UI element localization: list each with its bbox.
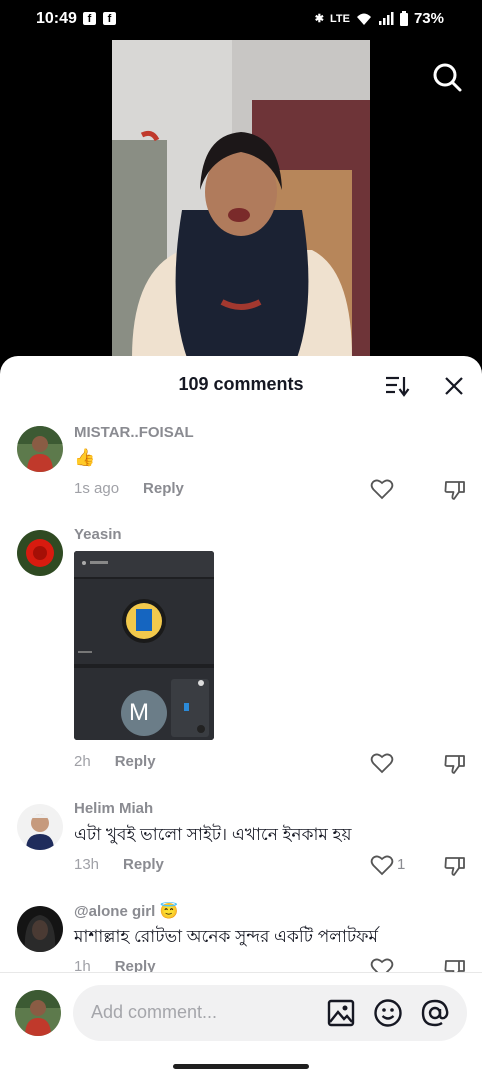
- like-button[interactable]: [370, 957, 394, 972]
- image-icon: [327, 999, 355, 1027]
- comment-input-placeholder: Add comment...: [91, 1002, 218, 1022]
- comment-item: @alone girl 😇 মাশাল্লাহ রোটভা অনেক সুন্দ…: [0, 900, 482, 972]
- comment-meta: 2h Reply: [74, 753, 156, 770]
- battery-percent: 73%: [413, 10, 444, 27]
- comment-username[interactable]: @alone girl 😇: [74, 902, 178, 920]
- mention-icon: [421, 999, 449, 1027]
- signal-icon: [378, 11, 394, 25]
- heart-icon: [370, 753, 394, 774]
- like-count: 1: [397, 856, 406, 873]
- comment-time: 13h: [74, 856, 100, 873]
- dislike-icon: [444, 857, 465, 876]
- comment-input[interactable]: Add comment...: [73, 985, 467, 1041]
- image-button[interactable]: [325, 997, 357, 1029]
- dislike-icon: [444, 960, 465, 972]
- emoji-button[interactable]: [372, 997, 404, 1029]
- avatar-image: [17, 804, 63, 850]
- bluetooth-icon: ✱: [314, 13, 324, 25]
- comment-text: মাশাল্লাহ রোটভা অনেক সুন্দর একটি পলাটফর্…: [74, 927, 378, 946]
- mention-button[interactable]: [419, 997, 451, 1029]
- dislike-button[interactable]: [443, 478, 467, 502]
- dislike-icon: [444, 481, 465, 500]
- search-button[interactable]: [430, 60, 464, 94]
- comment-meta: 1h Reply: [74, 958, 156, 972]
- video-player[interactable]: [112, 40, 370, 358]
- emoji-icon: [374, 999, 402, 1027]
- battery-icon: [399, 11, 408, 26]
- avatar[interactable]: [17, 426, 63, 472]
- comment-username[interactable]: MISTAR..FOISAL: [74, 424, 194, 441]
- home-indicator[interactable]: [173, 1064, 309, 1069]
- lte-indicator: LTE: [330, 12, 350, 25]
- comment-image-attachment[interactable]: M: [74, 551, 214, 740]
- reply-button[interactable]: Reply: [115, 753, 156, 770]
- comment-time: 1h: [74, 958, 91, 972]
- reply-button[interactable]: Reply: [123, 856, 164, 873]
- comment-text: এটা খুবই ভালো সাইট। এখানে ইনকাম হয়: [74, 825, 352, 844]
- attachment-avatar-letter: M: [129, 699, 149, 726]
- status-indicators: ✱ LTE 73%: [315, 10, 444, 27]
- heart-icon: [370, 855, 394, 876]
- dislike-button[interactable]: [443, 957, 467, 972]
- current-user-avatar: [15, 990, 61, 1036]
- avatar-image: [17, 906, 63, 952]
- wifi-icon: [356, 13, 371, 25]
- like-button[interactable]: [370, 752, 394, 774]
- facebook-notification-icon: f: [83, 12, 96, 25]
- comment-composer: Add comment...: [0, 972, 482, 1081]
- status-time: 10:49: [36, 10, 77, 27]
- video-frame: [112, 40, 370, 358]
- status-bar: 10:49 f f ✱ LTE 73%: [0, 0, 482, 40]
- close-button[interactable]: [442, 374, 466, 398]
- heart-icon: [370, 958, 394, 972]
- avatar-image: [15, 990, 61, 1036]
- avatar-image: [17, 530, 63, 576]
- close-icon: [445, 377, 463, 395]
- sort-button[interactable]: [384, 374, 410, 398]
- reply-button[interactable]: Reply: [115, 958, 156, 972]
- comment-meta: 13h Reply: [74, 856, 164, 873]
- search-icon: [433, 63, 462, 92]
- dislike-button[interactable]: [443, 752, 467, 776]
- heart-icon: [370, 479, 394, 500]
- dislike-icon: [444, 755, 465, 774]
- comment-username[interactable]: Helim Miah: [74, 800, 153, 817]
- comment-time: 1s ago: [74, 480, 120, 497]
- avatar[interactable]: [17, 804, 63, 850]
- dislike-button[interactable]: [443, 854, 467, 878]
- reply-button[interactable]: Reply: [143, 480, 184, 497]
- comment-time: 2h: [74, 753, 91, 770]
- avatar-image: [17, 426, 63, 472]
- sort-icon: [386, 376, 410, 397]
- avatar[interactable]: [17, 530, 63, 576]
- avatar[interactable]: [17, 906, 63, 952]
- facebook-notification-icon: f: [103, 12, 116, 25]
- comment-text: 👍: [74, 448, 96, 467]
- like-button[interactable]: [370, 478, 394, 500]
- comment-username[interactable]: Yeasin: [74, 526, 122, 543]
- comment-meta: 1s ago Reply: [74, 480, 184, 497]
- like-button[interactable]: [370, 854, 394, 876]
